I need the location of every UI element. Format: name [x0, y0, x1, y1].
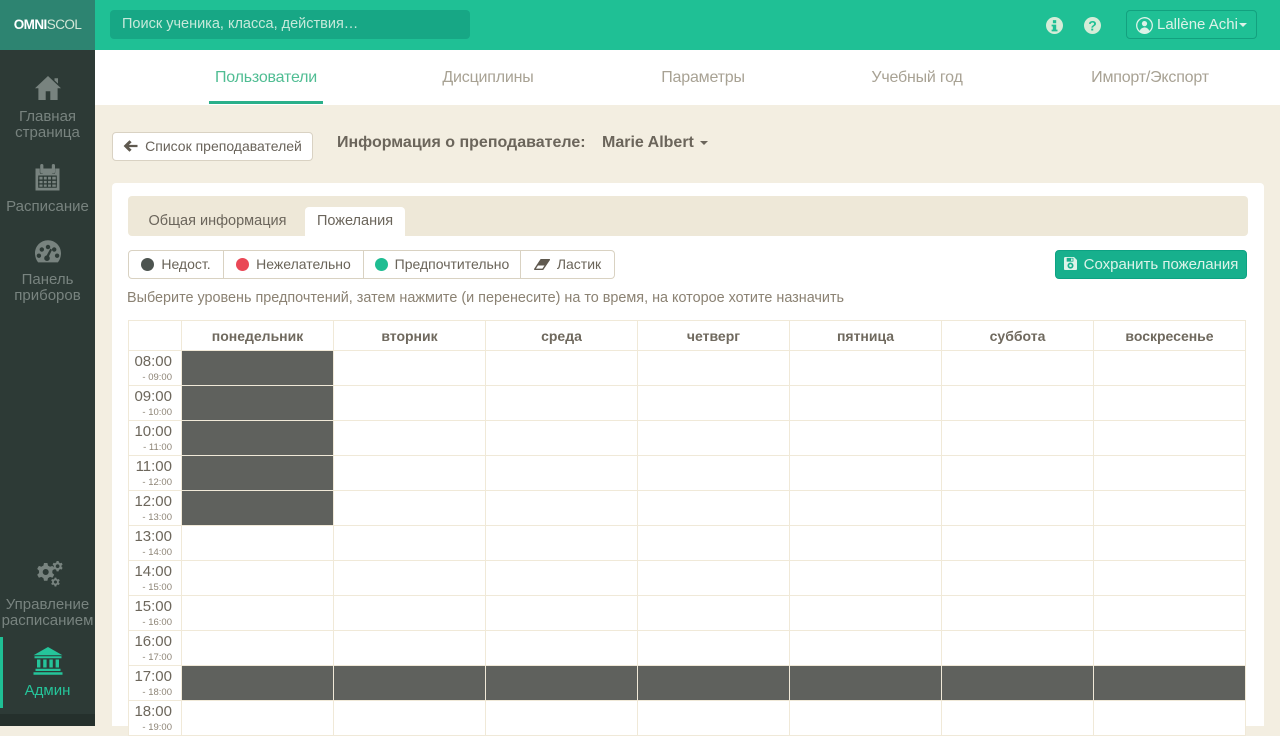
svg-text:?: ? [1088, 17, 1097, 33]
